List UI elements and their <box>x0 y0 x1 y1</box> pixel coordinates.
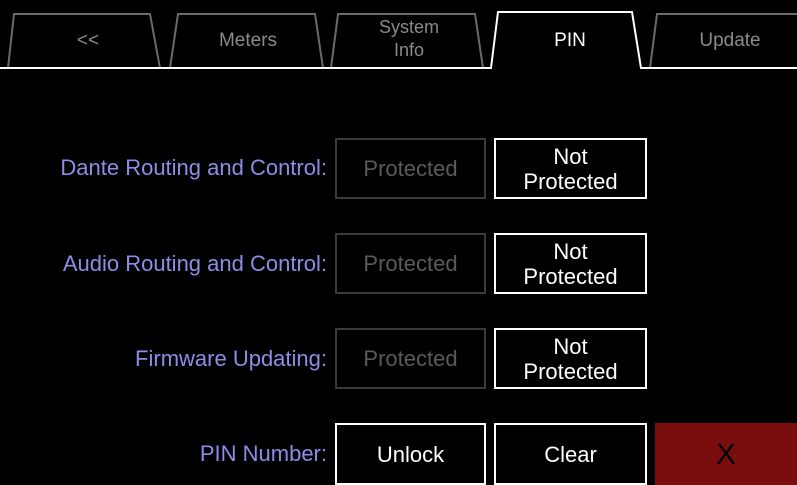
tab-bar: << Meters System Info PIN Update <box>0 0 797 72</box>
tab-system-info[interactable]: System Info <box>349 16 469 62</box>
tab-back[interactable]: << <box>28 30 148 52</box>
dante-protected-button[interactable]: Protected <box>335 138 486 199</box>
firmware-protected-button[interactable]: Protected <box>335 328 486 389</box>
unlock-button[interactable]: Unlock <box>335 423 486 485</box>
dante-routing-label: Dante Routing and Control: <box>60 155 327 180</box>
audio-not-protected-button[interactable]: Not Protected <box>494 233 647 294</box>
dante-not-protected-button[interactable]: Not Protected <box>494 138 647 199</box>
firmware-not-protected-button[interactable]: Not Protected <box>494 328 647 389</box>
firmware-updating-label: Firmware Updating: <box>135 346 327 371</box>
pin-number-label: PIN Number: <box>199 441 327 466</box>
tab-meters[interactable]: Meters <box>188 30 308 52</box>
clear-button[interactable]: Clear <box>494 423 647 485</box>
tab-pin[interactable]: PIN <box>510 30 630 52</box>
audio-routing-label: Audio Routing and Control: <box>62 251 327 276</box>
tab-update[interactable]: Update <box>670 30 790 52</box>
audio-protected-button[interactable]: Protected <box>335 233 486 294</box>
close-button[interactable]: X <box>655 423 797 485</box>
